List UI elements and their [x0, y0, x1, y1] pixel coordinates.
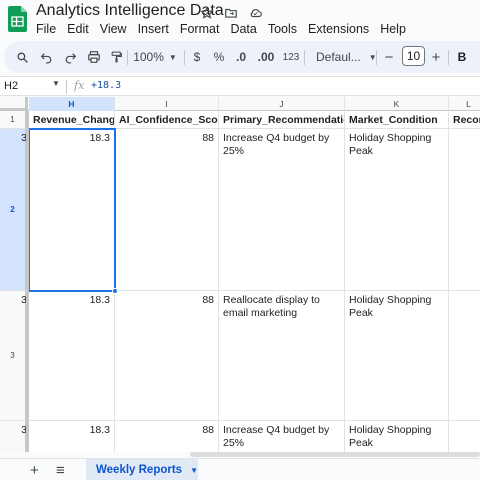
search-menus-icon[interactable] — [12, 47, 32, 67]
horizontal-scrollbar[interactable] — [190, 452, 480, 457]
market-condition-cell[interactable]: Holiday Shopping Peak — [345, 291, 449, 421]
add-sheet-button[interactable]: + — [30, 462, 39, 479]
decrease-font-size-button[interactable]: − — [381, 47, 397, 67]
select-all-corner[interactable] — [0, 97, 28, 111]
sheet-tab-label: Weekly Reports — [96, 464, 183, 476]
menu-help[interactable]: Help — [380, 22, 412, 36]
menu-extensions[interactable]: Extensions — [308, 22, 375, 36]
header-cell-recommendation-partial[interactable]: Recom — [449, 111, 480, 129]
column-header-row: H I J K L — [0, 97, 480, 111]
menu-bar: File Edit View Insert Format Data Tools … — [36, 22, 417, 36]
percent-format-button[interactable]: % — [210, 47, 228, 67]
toolbar: 100% ▼ $ % .0 .00 123 Defaul... ▼ − 10 +… — [0, 41, 480, 73]
sheets-logo-icon[interactable] — [8, 6, 27, 32]
function-icon: fx — [74, 79, 85, 92]
market-condition-cell[interactable]: Holiday Shopping Peak — [345, 421, 449, 452]
increase-decimal-label: .00 — [257, 50, 275, 64]
toolbar-divider — [127, 50, 128, 65]
column-header-k[interactable]: K — [345, 97, 449, 111]
active-cell-selection — [28, 128, 116, 292]
recommendation-cell[interactable]: Increase Q4 budget by 25% — [219, 129, 345, 291]
header-cell-primary-recommendation[interactable]: Primary_Recommendation — [219, 111, 345, 129]
recommendation-cell[interactable]: Reallocate display to email marketing — [219, 291, 345, 421]
zoom-select[interactable]: 100% ▼ — [130, 47, 180, 67]
all-sheets-button[interactable]: ≡ — [56, 462, 65, 479]
frozen-column-divider[interactable] — [26, 111, 29, 452]
column-header-i[interactable]: I — [115, 97, 219, 111]
revenue-change-cell[interactable]: 18.3 — [29, 421, 115, 452]
header-cell-revenue-change[interactable]: Revenue_Change — [29, 111, 115, 129]
paint-format-icon[interactable] — [106, 47, 126, 67]
redo-icon[interactable] — [60, 47, 80, 67]
chevron-down-icon[interactable]: ▼ — [52, 79, 60, 88]
star-icon[interactable] — [198, 4, 216, 22]
header-cell-ai-confidence[interactable]: AI_Confidence_Score — [115, 111, 219, 129]
spreadsheet-app: Analytics Intelligence Data File Edit Vi… — [0, 0, 480, 480]
toolbar-divider — [376, 50, 377, 65]
formula-divider — [66, 80, 67, 94]
formula-input[interactable]: +18.3 — [91, 80, 121, 91]
increase-decimal-button[interactable]: .00 — [254, 47, 278, 67]
font-family-value: Defaul... — [316, 50, 361, 64]
recommendation-partial-cell[interactable] — [449, 129, 480, 291]
recommendation-cell[interactable]: Increase Q4 budget by 25% — [219, 421, 345, 452]
toolbar-divider — [184, 50, 185, 65]
more-formats-button[interactable]: 123 — [280, 47, 302, 67]
ai-confidence-cell[interactable]: 88 — [115, 421, 219, 452]
font-size-input[interactable]: 10 — [402, 46, 425, 66]
row-header-1[interactable]: 1 — [0, 111, 26, 129]
toolbar-divider — [304, 50, 305, 65]
title-bar: Analytics Intelligence Data File Edit Vi… — [0, 0, 480, 40]
undo-icon[interactable] — [36, 47, 56, 67]
menu-view[interactable]: View — [100, 22, 133, 36]
menu-tools[interactable]: Tools — [268, 22, 303, 36]
menu-file[interactable]: File — [36, 22, 62, 36]
cell-grid: 1 Revenue_Change AI_Confidence_Score Pri… — [0, 111, 480, 452]
toolbar-divider — [448, 50, 449, 65]
decrease-decimal-button[interactable]: .0 — [230, 47, 252, 67]
header-cell-market-condition[interactable]: Market_Condition — [345, 111, 449, 129]
formula-bar: H2 ▼ fx +18.3 — [0, 76, 480, 96]
menu-format[interactable]: Format — [180, 22, 226, 36]
recommendation-partial-cell[interactable] — [449, 421, 480, 452]
move-folder-icon[interactable] — [222, 4, 240, 22]
menu-edit[interactable]: Edit — [67, 22, 95, 36]
title-actions — [198, 4, 264, 22]
font-family-select[interactable]: Defaul... ▼ — [308, 47, 377, 67]
column-header-j[interactable]: J — [219, 97, 345, 111]
column-header-h[interactable]: H — [29, 97, 115, 111]
cloud-status-icon[interactable] — [246, 4, 264, 22]
column-header-l[interactable]: L — [449, 97, 480, 111]
sheet-bar: + ≡ Weekly Reports ▼ — [0, 458, 480, 480]
decrease-decimal-label: .0 — [235, 50, 246, 64]
sheet-tab-weekly-reports[interactable]: Weekly Reports ▼ — [86, 459, 198, 480]
zoom-value: 100% — [133, 50, 164, 64]
increase-font-size-button[interactable]: + — [428, 47, 444, 67]
currency-format-button[interactable]: $ — [188, 47, 206, 67]
caret-down-icon[interactable]: ▼ — [190, 466, 198, 475]
print-icon[interactable] — [84, 47, 104, 67]
market-condition-cell[interactable]: Holiday Shopping Peak — [345, 129, 449, 291]
ai-confidence-cell[interactable]: 88 — [115, 129, 219, 291]
recommendation-partial-cell[interactable] — [449, 291, 480, 421]
chevron-down-icon: ▼ — [168, 52, 177, 62]
bold-button[interactable]: B — [454, 47, 470, 67]
ai-confidence-cell[interactable]: 88 — [115, 291, 219, 421]
menu-data[interactable]: Data — [230, 22, 262, 36]
fill-handle[interactable] — [112, 288, 118, 294]
document-title[interactable]: Analytics Intelligence Data — [36, 2, 224, 20]
revenue-change-cell[interactable]: 18.3 — [29, 291, 115, 421]
menu-insert[interactable]: Insert — [138, 22, 175, 36]
